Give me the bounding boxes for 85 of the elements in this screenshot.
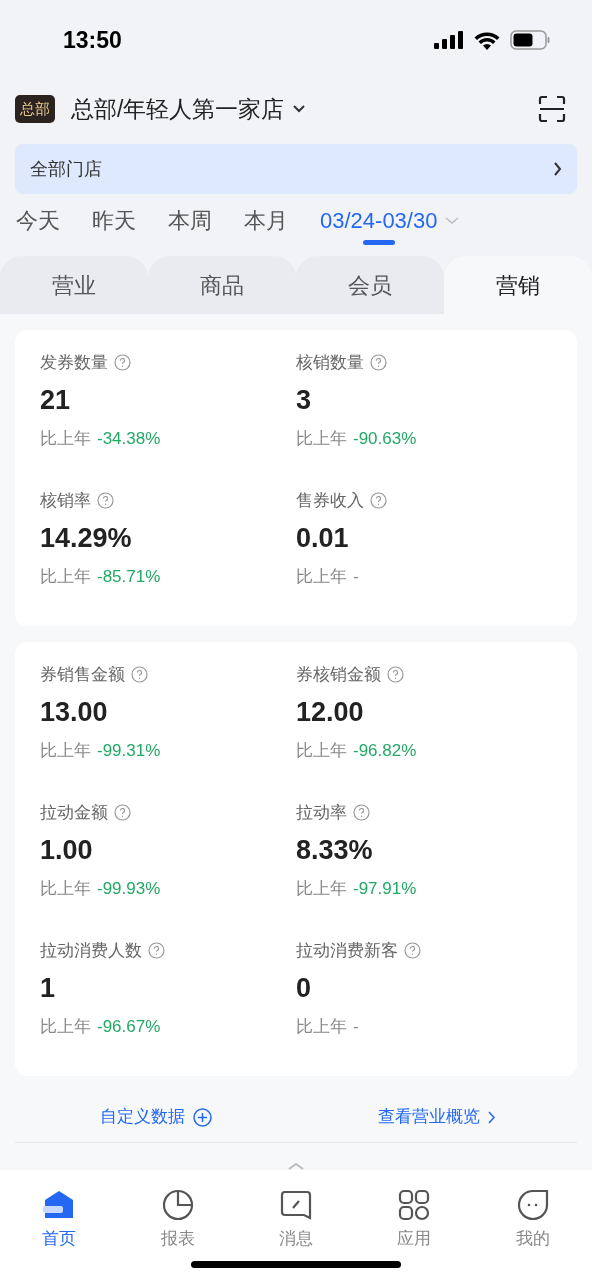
nav-tab[interactable]: 我的 [473,1188,592,1252]
date-tab[interactable]: 本周 [168,206,212,236]
chevron-right-icon [554,162,562,176]
metric-label: 发券数量 [40,352,108,374]
change-value: - [353,566,359,588]
help-icon[interactable] [131,666,148,684]
date-tab[interactable]: 今天 [16,206,60,236]
compare-label: 比上年 [296,1016,347,1038]
compare-label: 比上年 [296,878,347,900]
change-value: -96.82% [353,740,417,762]
metric-value: 1.00 [40,833,94,867]
date-tab[interactable]: 本月 [244,206,288,236]
pie-chart-icon [160,1188,195,1222]
scan-icon[interactable] [538,95,566,123]
plus-circle-icon [192,1107,212,1127]
category-tab[interactable]: 营销 [444,256,592,314]
nav-tab[interactable]: 消息 [236,1188,356,1252]
help-icon[interactable] [114,354,131,372]
metric-label: 拉动消费新客 [296,940,398,962]
metric-label: 拉动率 [296,802,347,824]
chevron-down-icon [445,217,460,225]
change-value: -34.38% [97,428,161,450]
metric-label: 拉动消费人数 [40,940,142,962]
change-value: -90.63% [353,428,417,450]
compare-label: 比上年 [40,878,91,900]
signal-icon [434,31,464,49]
category-tab[interactable]: 营业 [0,256,148,314]
metric-value: 0 [296,971,313,1005]
compare-label: 比上年 [296,428,347,450]
help-icon[interactable] [387,666,404,684]
compare-label: 比上年 [296,740,347,762]
metric-label: 拉动金额 [40,802,108,824]
metric-value: 8.33% [296,833,374,867]
help-icon[interactable] [114,804,131,822]
footer-link[interactable]: 自定义数据 [15,1104,296,1130]
compare-label: 比上年 [40,740,91,762]
change-value: -99.31% [97,740,161,762]
store-selector[interactable]: 总部/年轻人第一家店 [71,91,307,127]
change-value: -96.67% [97,1016,161,1038]
face-icon [515,1188,550,1222]
footer-link[interactable]: 查看营业概览 [296,1104,577,1130]
org-badge: 总部 [15,94,55,124]
status-time: 13:50 [63,25,122,55]
metric-value: 1 [40,971,57,1005]
chevron-right-icon [488,1110,495,1124]
wifi-icon [474,30,500,50]
compare-label: 比上年 [40,1016,91,1038]
compare-label: 比上年 [296,566,347,588]
metric-value: 14.29% [40,521,133,555]
help-icon[interactable] [370,354,387,372]
help-icon[interactable] [353,804,370,822]
battery-icon [510,30,550,50]
nav-tab[interactable]: 应用 [355,1188,474,1252]
category-tab[interactable]: 会员 [296,256,444,314]
help-icon[interactable] [404,942,421,960]
metric-value: 21 [40,383,72,417]
metric-label: 核销数量 [296,352,364,374]
selected-underline [362,240,395,245]
category-tab[interactable]: 商品 [148,256,296,314]
chevron-up-icon[interactable] [288,1162,304,1170]
date-tab[interactable]: 昨天 [92,206,136,236]
help-icon[interactable] [97,492,114,510]
metric-value: 0.01 [296,521,350,555]
metric-label: 券核销金额 [296,664,381,686]
change-value: -99.93% [97,878,161,900]
help-icon[interactable] [370,492,387,510]
metric-label: 券销售金额 [40,664,125,686]
apps-icon [397,1188,432,1222]
chevron-down-icon [292,104,307,114]
date-tab[interactable]: 03/24-03/30 [320,206,460,236]
compare-label: 比上年 [40,566,91,588]
store-filter-bar[interactable]: 全部门店 [15,144,577,194]
metric-label: 售券收入 [296,490,364,512]
metric-label: 核销率 [40,490,91,512]
metric-value: 13.00 [40,695,109,729]
change-value: - [353,1016,359,1038]
change-value: -85.71% [97,566,161,588]
nav-tab[interactable]: 首页 [0,1188,119,1252]
nav-tab[interactable]: 报表 [118,1188,237,1252]
compare-label: 比上年 [40,428,91,450]
metric-value: 12.00 [296,695,365,729]
help-icon[interactable] [148,942,165,960]
change-value: -97.91% [353,878,417,900]
message-icon [279,1188,313,1222]
metric-value: 3 [296,383,313,417]
